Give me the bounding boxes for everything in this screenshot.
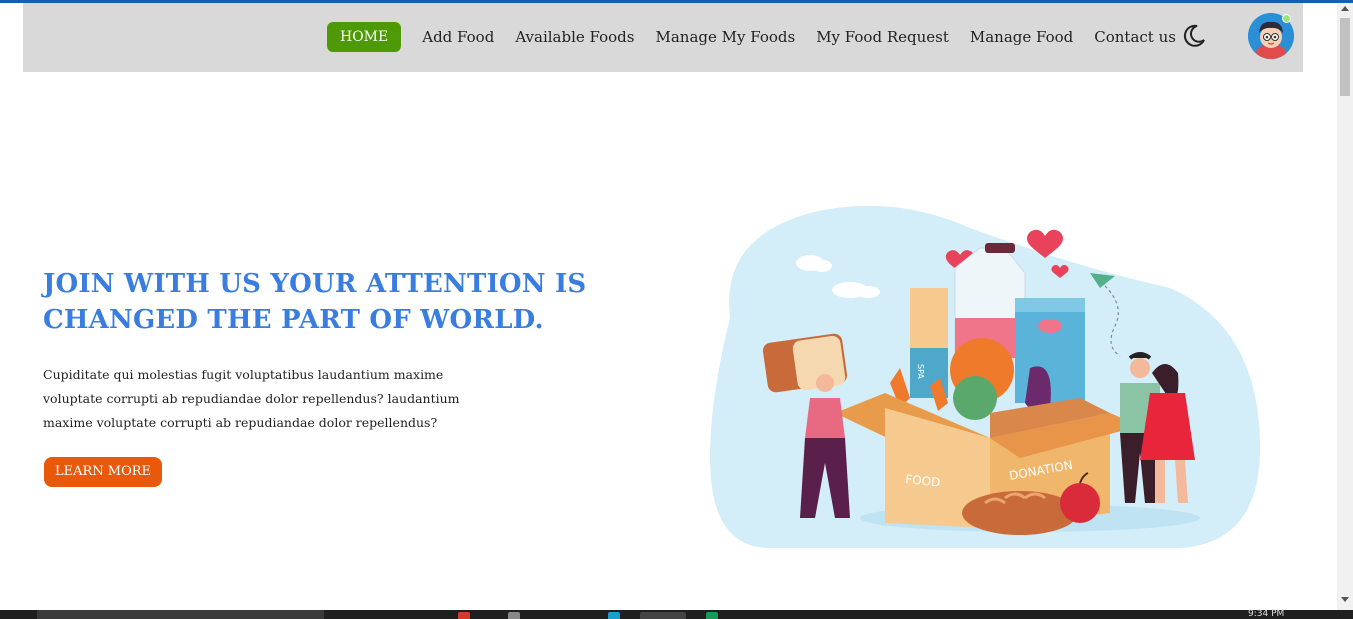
- hero-text-line3: maxime voluptate corrupti ab repudiandae…: [43, 415, 438, 430]
- nav-home-button[interactable]: HOME: [327, 22, 402, 52]
- taskbar-app-icon[interactable]: [508, 612, 520, 619]
- hero-text-line1: Cupiditate qui molestias fugit voluptati…: [43, 367, 444, 382]
- taskbar-app-icon[interactable]: [706, 612, 718, 619]
- vertical-scrollbar[interactable]: [1337, 3, 1353, 610]
- taskbar-app-icon[interactable]: [608, 612, 620, 619]
- taskbar-search[interactable]: [37, 610, 324, 619]
- taskbar-app-icon[interactable]: [458, 612, 470, 619]
- food-donation-illustration: SPA FOOD DONATION: [710, 205, 1260, 548]
- nav-menu: HOME Add Food Available Foods Manage My …: [327, 22, 1197, 52]
- scroll-up-arrow-icon[interactable]: [1341, 6, 1349, 11]
- moon-icon[interactable]: [1181, 23, 1207, 49]
- nav-link-manage-my-foods[interactable]: Manage My Foods: [656, 28, 796, 46]
- hero-title: JOIN WITH US YOUR ATTENTION IS CHANGED T…: [43, 266, 603, 338]
- hero-description: Cupiditate qui molestias fugit voluptati…: [43, 363, 463, 435]
- nav-link-contact-us[interactable]: Contact us: [1094, 28, 1176, 46]
- scroll-down-arrow-icon[interactable]: [1341, 597, 1349, 602]
- hero-title-line2: CHANGED THE PART OF WORLD.: [43, 305, 544, 335]
- page: HOME Add Food Available Foods Manage My …: [0, 3, 1337, 610]
- taskbar-active-app[interactable]: [640, 612, 686, 619]
- learn-more-button[interactable]: LEARN MORE: [44, 457, 162, 487]
- online-status-dot: [1282, 14, 1291, 23]
- hero-title-line1: JOIN WITH US YOUR ATTENTION IS: [43, 269, 587, 299]
- os-taskbar: 9:34 PM: [0, 610, 1353, 619]
- nav-link-manage-food[interactable]: Manage Food: [970, 28, 1073, 46]
- taskbar-clock: 9:34 PM: [1248, 609, 1285, 619]
- nav-link-available-foods[interactable]: Available Foods: [515, 28, 634, 46]
- nav-link-add-food[interactable]: Add Food: [422, 28, 494, 46]
- nav-link-my-food-request[interactable]: My Food Request: [816, 28, 949, 46]
- hero-text-line2: voluptate corrupti ab repudiandae dolor …: [43, 391, 460, 406]
- navbar: HOME Add Food Available Foods Manage My …: [23, 3, 1303, 72]
- scroll-thumb[interactable]: [1340, 18, 1350, 96]
- pasta-label: SPA: [916, 364, 925, 379]
